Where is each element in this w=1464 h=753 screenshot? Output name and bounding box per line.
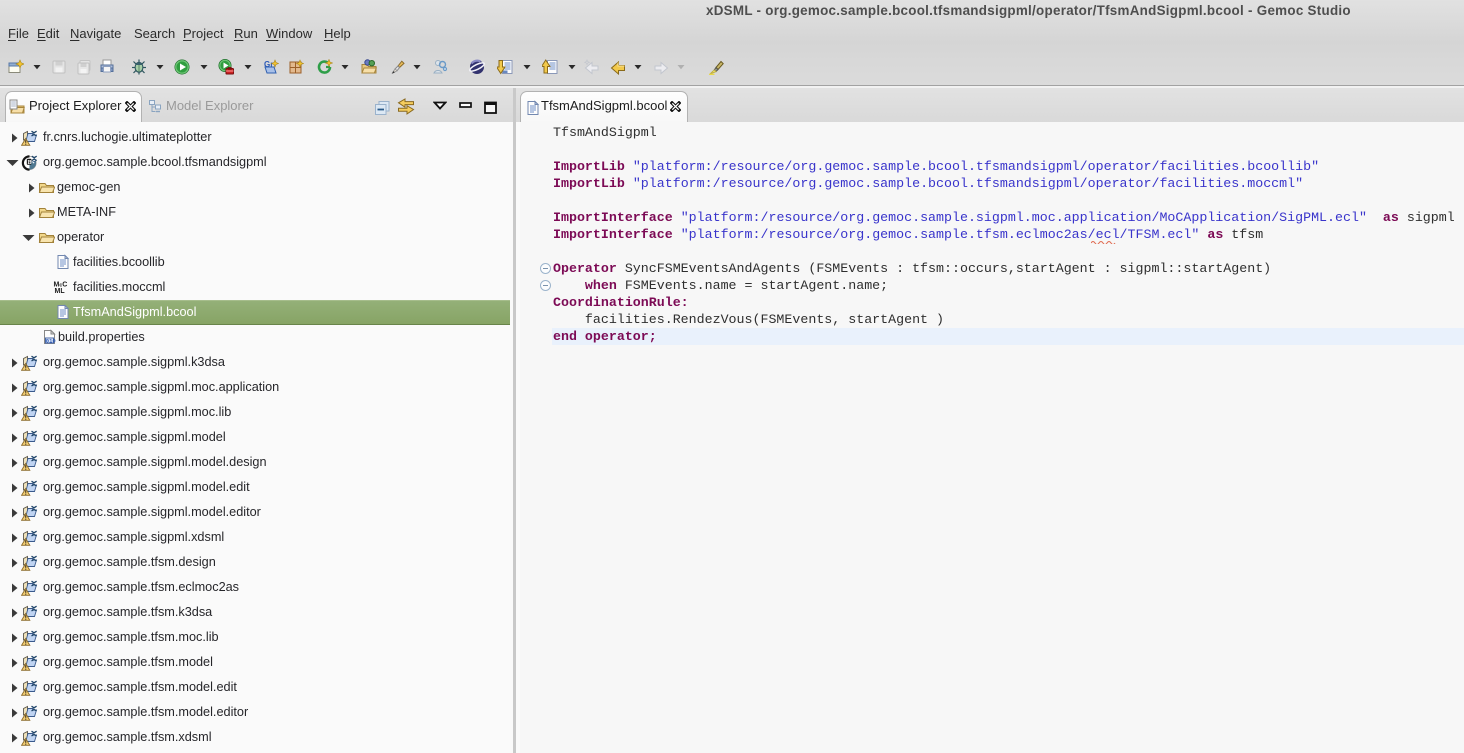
svg-text:B: B (28, 160, 32, 166)
svg-text:010: 010 (46, 338, 56, 345)
svg-text:ML: ML (55, 288, 66, 295)
